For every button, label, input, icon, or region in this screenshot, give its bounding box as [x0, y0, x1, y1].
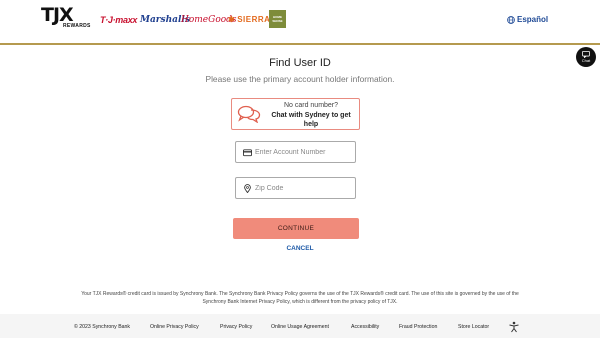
- footer-link-online-privacy-policy[interactable]: Online Privacy Policy: [150, 324, 199, 330]
- homesense-logo[interactable]: HOME SENSE: [269, 10, 286, 28]
- card-icon: [243, 149, 252, 157]
- sierra-logo[interactable]: ✱ SIERRA: [228, 15, 270, 25]
- tjmaxx-logo[interactable]: T·J·maxx: [100, 15, 137, 25]
- language-label: Español: [517, 15, 549, 24]
- account-number-input[interactable]: [255, 146, 351, 159]
- footer-link-online-usage-agreement[interactable]: Online Usage Agreement: [271, 324, 329, 330]
- footer-link-accessibility[interactable]: Accessibility: [351, 324, 379, 330]
- zip-code-field[interactable]: [235, 177, 356, 199]
- no-card-number-text: No card number?: [283, 102, 339, 109]
- footer: © 2023 Synchrony Bank Online Privacy Pol…: [0, 314, 600, 338]
- location-pin-icon: [244, 184, 251, 193]
- sierra-logo-text: SIERRA: [237, 15, 271, 24]
- account-number-field[interactable]: [235, 141, 356, 163]
- footer-link-fraud-protection[interactable]: Fraud Protection: [399, 324, 437, 330]
- header: TJX REWARDS T·J·maxx Marshalls HomeGoods…: [0, 0, 600, 45]
- disclaimer-text: Your TJX Rewards® credit card is issued …: [81, 291, 519, 305]
- rewards-logo-text: REWARDS: [63, 23, 91, 29]
- chat-bubbles-icon: [237, 105, 261, 123]
- chat-with-sydney-prompt[interactable]: No card number? Chat with Sydney to get …: [231, 98, 360, 130]
- accessibility-icon[interactable]: [508, 321, 520, 333]
- page-title: Find User ID: [269, 57, 331, 69]
- footer-link-privacy-policy[interactable]: Privacy Policy: [220, 324, 252, 330]
- tjx-rewards-logo[interactable]: TJX REWARDS: [41, 6, 101, 30]
- continue-button[interactable]: CONTINUE: [233, 218, 359, 239]
- cancel-link[interactable]: CANCEL: [0, 245, 600, 252]
- chat-with-sydney-link[interactable]: Chat with Sydney to get help: [266, 111, 356, 129]
- sierra-star-icon: ✱: [228, 15, 236, 24]
- globe-icon: [507, 15, 515, 24]
- zip-code-input[interactable]: [255, 182, 351, 195]
- page-subtitle: Please use the primary account holder in…: [205, 74, 395, 84]
- footer-copyright: © 2023 Synchrony Bank: [74, 324, 131, 330]
- footer-link-store-locator[interactable]: Store Locator: [458, 324, 489, 330]
- language-toggle[interactable]: Español: [507, 15, 548, 24]
